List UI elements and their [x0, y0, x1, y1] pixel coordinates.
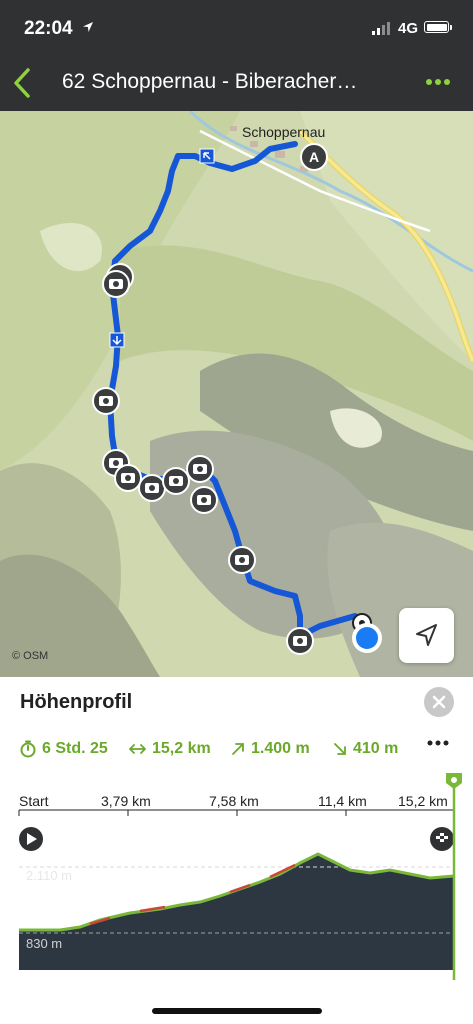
current-location-icon [352, 623, 382, 653]
more-options-button[interactable] [422, 72, 454, 92]
elevation-chart[interactable] [0, 677, 473, 1024]
network-type: 4G [398, 20, 419, 37]
direction-arrow-icon [109, 332, 125, 348]
start-marker[interactable]: A [300, 143, 328, 171]
profile-start-marker [19, 827, 43, 851]
direction-arrow-icon [199, 148, 215, 164]
elevation-max-label: 2.110 m [26, 868, 73, 883]
battery-icon [424, 21, 452, 33]
locate-me-button[interactable] [399, 608, 454, 663]
start-marker-label: A [309, 149, 319, 165]
back-button[interactable] [8, 66, 36, 100]
top-bar: 22:04 4G 62 Schoppernau - Biberacher… [0, 0, 473, 111]
location-arrow-icon [83, 22, 93, 32]
home-indicator [152, 1008, 322, 1014]
profile-finish-marker [430, 827, 454, 851]
ellipsis-icon [426, 79, 450, 85]
map-markers: A [92, 143, 382, 655]
chevron-left-icon [14, 68, 30, 98]
page-title: 62 Schoppernau - Biberacher… [62, 70, 358, 93]
elevation-profile-panel: Höhenprofil 6 Std. 25 15,2 km 1.400 m 41… [0, 677, 473, 1024]
status-time: 22:04 [24, 18, 73, 39]
navigation-arrow-icon [416, 624, 437, 646]
elevation-min-label: 830 m [26, 936, 63, 951]
signal-icon [372, 22, 390, 35]
map-attribution[interactable]: © OSM [12, 650, 48, 662]
